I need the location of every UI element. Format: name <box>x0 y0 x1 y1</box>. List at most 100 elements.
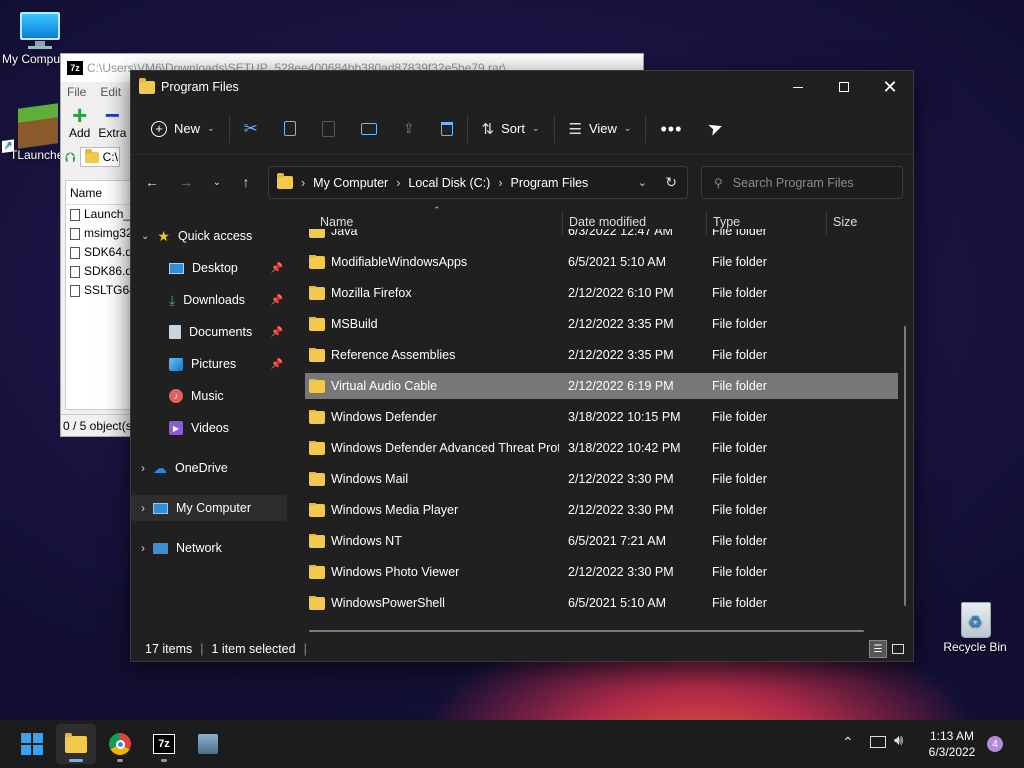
pin-icon[interactable]: 📌 <box>271 263 283 274</box>
maximize-button[interactable] <box>821 71 867 103</box>
column-header-type[interactable]: Type <box>713 215 740 229</box>
7zip-address-field[interactable]: C:\ <box>79 147 120 167</box>
desktop-icon-recycle-bin[interactable]: ♻ Recycle Bin <box>936 598 1014 654</box>
file-row[interactable]: WindowsPowerShell 6/5/2021 5:10 AM File fo… <box>305 590 898 616</box>
list-item[interactable]: SDK64.dl <box>66 243 134 262</box>
file-explorer-window[interactable]: Program Files ✕ + New ⌄ ✂ ⇪ ⇅ Sort ⌄ ☰ V… <box>130 70 914 662</box>
file-row[interactable]: ModifiableWindowsApps 6/5/2021 5:10 AM Fil… <box>305 249 898 275</box>
breadcrumb-my-computer[interactable]: My Computer <box>313 176 388 190</box>
taskbar-7zip[interactable]: 7z <box>144 724 184 764</box>
list-item[interactable]: Launch_ <box>66 205 134 224</box>
minus-icon: − <box>104 100 120 130</box>
file-row[interactable]: Reference Assemblies 2/12/2022 3:35 PM Fil… <box>305 342 898 368</box>
add-button[interactable]: + Add <box>69 102 90 140</box>
up-folder-icon[interactable]: ⮉ <box>65 149 76 166</box>
up-button[interactable]: ↑ <box>233 169 259 195</box>
more-options-button[interactable]: ••• <box>652 113 690 145</box>
column-header-size[interactable]: Size <box>833 215 857 229</box>
nav-network[interactable]: › Network <box>131 535 287 561</box>
folder-icon <box>309 255 325 269</box>
address-bar[interactable]: › My Computer › Local Disk (C:) › Progra… <box>268 166 688 199</box>
file-row[interactable]: Windows Photo Viewer 2/12/2022 3:30 PM Fil… <box>305 559 898 585</box>
view-button[interactable]: ☰ View ⌄ <box>561 113 640 145</box>
minimize-button[interactable] <box>775 71 821 103</box>
videos-icon: ▶ <box>169 421 183 435</box>
horizontal-scrollbar[interactable] <box>309 630 864 632</box>
taskbar: 7z ⌃ 🔊︎ 1:13 AM 6/3/2022 4 <box>0 720 1024 768</box>
address-dropdown-button[interactable]: ⌄ <box>638 176 647 189</box>
file-name: WindowsPowerShell <box>331 596 445 610</box>
folder-icon <box>309 410 325 424</box>
taskbar-chrome[interactable] <box>100 724 140 764</box>
details-view-button[interactable]: ☰ <box>869 640 887 658</box>
taskbar-file-explorer[interactable] <box>56 724 96 764</box>
column-header-name[interactable]: Name <box>66 181 134 205</box>
volume-icon[interactable]: 🔊︎ <box>894 732 903 749</box>
network-status-icon[interactable] <box>870 736 886 748</box>
paste-button[interactable] <box>314 113 343 145</box>
recent-locations-button[interactable]: ⌄ <box>204 169 230 195</box>
back-button[interactable]: ← <box>139 169 165 195</box>
file-row[interactable]: Windows Mail 2/12/2022 3:30 PM File folder <box>305 466 898 492</box>
pin-icon[interactable]: 📌 <box>271 327 283 338</box>
menu-file[interactable]: File <box>67 85 86 99</box>
nav-pictures[interactable]: Pictures 📌 <box>131 351 287 377</box>
list-item[interactable]: SDK86.dl <box>66 262 134 281</box>
pin-icon[interactable]: 📌 <box>271 295 283 306</box>
new-button[interactable]: + New ⌄ <box>143 113 223 145</box>
file-row[interactable]: Windows NT 6/5/2021 7:21 AM File folder <box>305 528 898 554</box>
copy-button[interactable] <box>276 113 304 145</box>
breadcrumb-local-disk[interactable]: Local Disk (C:) <box>408 176 490 190</box>
rename-button[interactable] <box>353 113 385 145</box>
column-header-date[interactable]: Date modified <box>569 215 646 229</box>
file-icon <box>70 208 80 221</box>
breadcrumb-program-files[interactable]: Program Files <box>511 176 589 190</box>
notification-badge[interactable]: 4 <box>987 736 1003 752</box>
column-header-name[interactable]: Name <box>320 215 353 229</box>
delete-button[interactable] <box>433 113 461 145</box>
file-row[interactable]: Virtual Audio Cable 2/12/2022 6:19 PM File… <box>305 373 898 399</box>
list-item[interactable]: msimg32. <box>66 224 134 243</box>
nav-desktop[interactable]: Desktop 📌 <box>131 255 287 281</box>
minecraft-icon: ↗ <box>2 103 58 154</box>
command-bar: + New ⌄ ✂ ⇪ ⇅ Sort ⌄ ☰ View ⌄ ••• ➤ <box>131 103 913 155</box>
chevron-up-icon[interactable]: ⌃ <box>842 734 854 751</box>
nav-music[interactable]: ♪ Music <box>131 383 287 409</box>
file-name-cell: ModifiableWindowsApps <box>309 255 559 269</box>
list-item[interactable]: SSLTG64. <box>66 281 134 300</box>
nav-documents[interactable]: Documents 📌 <box>131 319 287 345</box>
nav-my-computer[interactable]: › My Computer <box>131 495 287 521</box>
file-row[interactable]: Windows Media Player 2/12/2022 3:30 PM Fil… <box>305 497 898 523</box>
file-row[interactable]: Mozilla Firefox 2/12/2022 6:10 PM File fol… <box>305 280 898 306</box>
file-row[interactable]: Java 6/3/2022 12:47 AM File folder <box>305 229 898 244</box>
cut-button[interactable]: ✂ <box>236 113 266 145</box>
start-button[interactable] <box>12 724 52 764</box>
vertical-scrollbar[interactable] <box>904 326 906 606</box>
file-row[interactable]: Windows Defender 3/18/2022 10:15 PM File f… <box>305 404 898 430</box>
pin-icon[interactable]: 📌 <box>271 359 283 370</box>
desktop-icon <box>169 262 184 274</box>
refresh-button[interactable]: ↻ <box>665 174 677 191</box>
monitor-icon <box>18 10 62 50</box>
selection-count: 1 item selected <box>211 642 296 656</box>
forward-button[interactable]: → <box>173 169 199 195</box>
menu-edit[interactable]: Edit <box>100 85 121 99</box>
search-input[interactable]: ⚲ Search Program Files <box>701 166 903 199</box>
file-row[interactable]: Windows Defender Advanced Threat Prot...… <box>305 435 898 461</box>
network-tool-icon <box>198 734 218 754</box>
taskbar-network-tool[interactable] <box>188 724 228 764</box>
file-name-cell: Windows Photo Viewer <box>309 565 559 579</box>
nav-quick-access[interactable]: ⌄ ★ Quick access <box>131 223 287 249</box>
clock[interactable]: 1:13 AM 6/3/2022 <box>920 728 984 760</box>
nav-videos[interactable]: ▶ Videos <box>131 415 287 441</box>
file-date: 6/5/2021 5:10 AM <box>568 596 666 610</box>
close-button[interactable]: ✕ <box>867 71 913 103</box>
extract-button[interactable]: − Extra <box>98 100 126 140</box>
file-row[interactable]: MSBuild 2/12/2022 3:35 PM File folder <box>305 311 898 337</box>
file-type: File folder <box>712 596 767 610</box>
tiles-view-button[interactable] <box>889 640 907 658</box>
nav-downloads[interactable]: ⤓ Downloads 📌 <box>131 287 287 313</box>
nav-onedrive[interactable]: › ☁ OneDrive <box>131 455 287 481</box>
share-button[interactable]: ⇪ <box>395 113 423 145</box>
sort-button[interactable]: ⇅ Sort ⌄ <box>474 113 548 145</box>
